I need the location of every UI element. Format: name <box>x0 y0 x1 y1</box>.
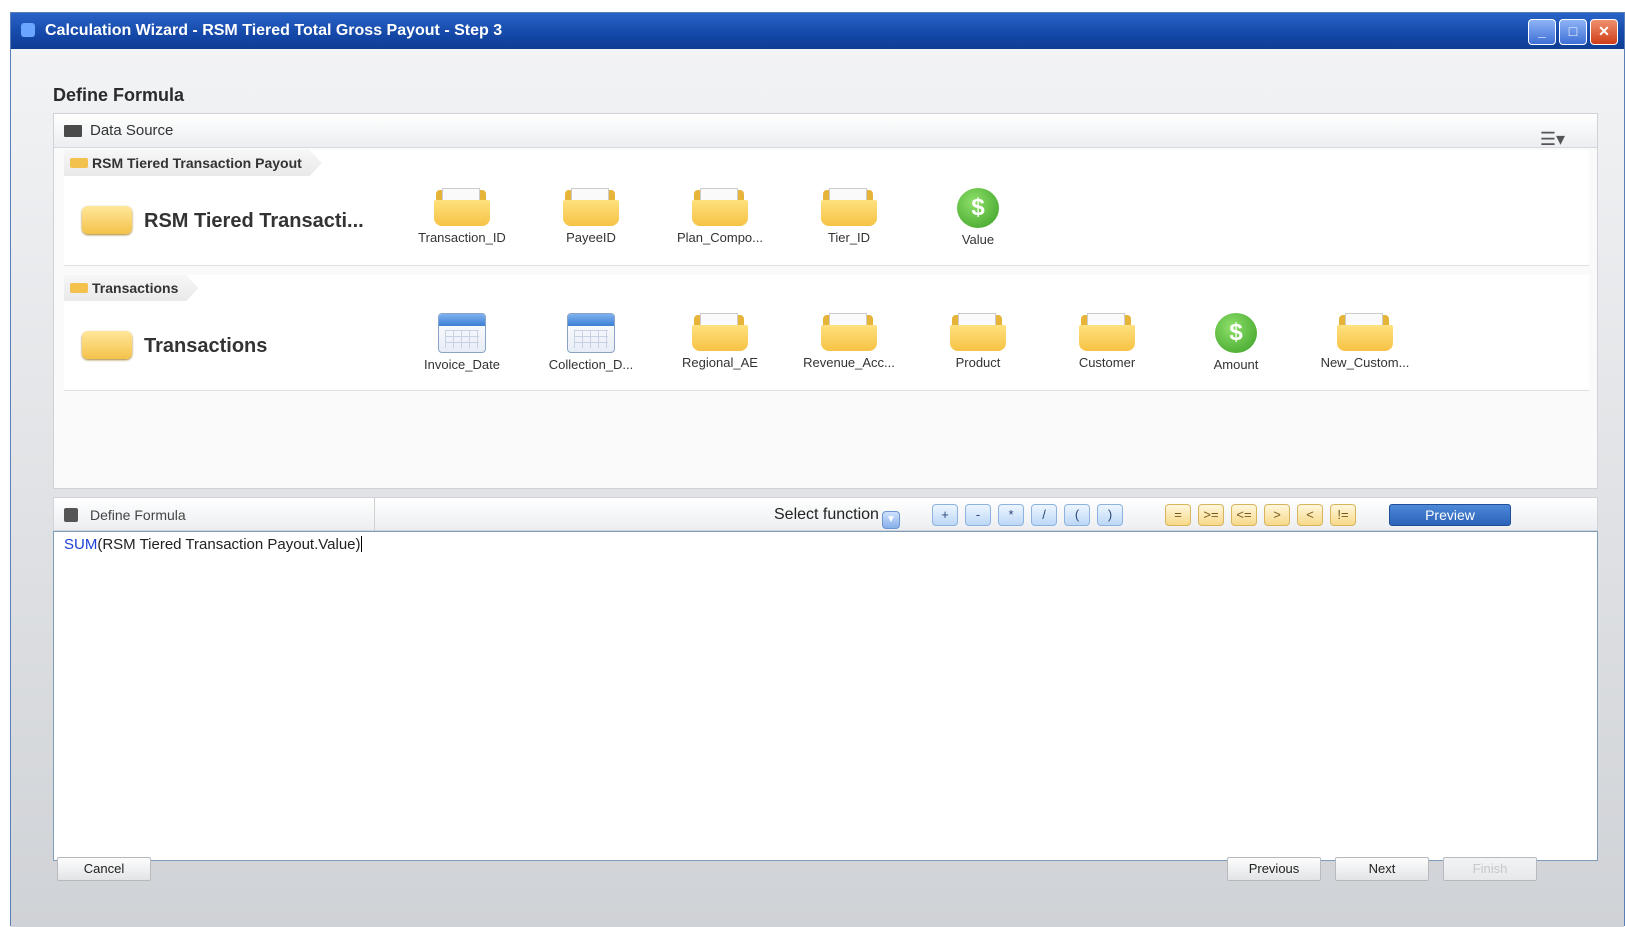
formula-editor[interactable]: SUM(RSM Tiered Transaction Payout.Value) <box>53 531 1598 861</box>
folder-icon <box>950 313 1006 351</box>
field-tier-id[interactable]: Tier_ID <box>784 188 914 245</box>
field-label: New_Custom... <box>1320 355 1410 370</box>
group-transactions: Transactions Transactions Invoice_Date C… <box>64 275 1589 391</box>
calendar-icon <box>438 313 486 353</box>
formula-arguments: (RSM Tiered Transaction Payout.Value) <box>97 536 361 553</box>
field-plan-component[interactable]: Plan_Compo... <box>655 188 785 245</box>
folder-icon <box>64 125 82 137</box>
field-new-customer[interactable]: New_Custom... <box>1300 313 1430 370</box>
lt-button[interactable]: < <box>1297 504 1323 526</box>
divider <box>374 498 375 532</box>
field-label: Invoice_Date <box>424 357 500 372</box>
field-value[interactable]: $ Value <box>913 188 1043 247</box>
formula-toolbar: Define Formula Select function ▼ + - * / … <box>53 497 1598 532</box>
dollar-icon: $ <box>957 188 999 228</box>
field-label: Revenue_Acc... <box>803 355 895 370</box>
field-label: Plan_Compo... <box>677 230 763 245</box>
field-regional-ae[interactable]: Regional_AE <box>655 313 785 370</box>
minimize-button[interactable]: _ <box>1528 19 1556 45</box>
data-source-title: Data Source <box>90 122 174 139</box>
close-button[interactable]: ✕ <box>1590 19 1618 45</box>
comparison-operators: = >= <= > < != <box>1165 504 1356 526</box>
wizard-content: Define Formula Data Source ☰▾ RSM Tiered… <box>11 49 1624 927</box>
group-rsm-tiered-transaction-payout: RSM Tiered Transaction Payout RSM Tiered… <box>64 150 1589 266</box>
select-function-label: Select function <box>774 506 879 523</box>
select-function-dropdown[interactable]: Select function ▼ <box>774 505 900 529</box>
field-payeeid[interactable]: PayeeID <box>526 188 656 245</box>
cancel-button[interactable]: Cancel <box>57 857 151 881</box>
plus-button[interactable]: + <box>932 504 958 526</box>
preview-button[interactable]: Preview <box>1389 504 1511 526</box>
window-controls: _ □ ✕ <box>1528 19 1618 45</box>
data-source-header: Data Source ☰▾ <box>54 114 1597 149</box>
folder-icon <box>563 188 619 226</box>
app-icon <box>21 23 35 37</box>
field-revenue-account[interactable]: Revenue_Acc... <box>784 313 914 370</box>
field-label: Transaction_ID <box>418 230 506 245</box>
close-paren-button[interactable]: ) <box>1097 504 1123 526</box>
group-tab[interactable]: RSM Tiered Transaction Payout <box>64 150 322 176</box>
field-label: PayeeID <box>566 230 616 245</box>
arithmetic-operators: + - * / ( ) <box>932 504 1123 526</box>
field-amount[interactable]: $ Amount <box>1171 313 1301 372</box>
field-product[interactable]: Product <box>913 313 1043 370</box>
field-label: Amount <box>1213 357 1259 372</box>
folder-icon <box>692 188 748 226</box>
field-customer[interactable]: Customer <box>1042 313 1172 370</box>
gt-button[interactable]: > <box>1264 504 1290 526</box>
field-label: Regional_AE <box>682 355 758 370</box>
field-label: Product <box>955 355 1001 370</box>
formula-title: Define Formula <box>90 507 186 523</box>
lte-button[interactable]: <= <box>1231 504 1257 526</box>
table-icon <box>70 283 88 293</box>
folder-icon <box>434 188 490 226</box>
group-name: RSM Tiered Transacti... <box>144 210 364 232</box>
folder-icon <box>1079 313 1135 351</box>
field-invoice-date[interactable]: Invoice_Date <box>397 313 527 372</box>
field-label: Value <box>961 232 995 247</box>
multiply-button[interactable]: * <box>998 504 1024 526</box>
chevron-down-icon[interactable]: ▼ <box>881 511 900 529</box>
title-bar[interactable]: Calculation Wizard - RSM Tiered Total Gr… <box>11 13 1624 49</box>
maximize-button[interactable]: □ <box>1559 19 1587 45</box>
next-button[interactable]: Next <box>1335 857 1429 881</box>
field-transaction-id[interactable]: Transaction_ID <box>397 188 527 245</box>
gte-button[interactable]: >= <box>1198 504 1224 526</box>
previous-button[interactable]: Previous <box>1227 857 1321 881</box>
equals-button[interactable]: = <box>1165 504 1191 526</box>
field-label: Tier_ID <box>827 230 871 245</box>
folder-icon <box>821 188 877 226</box>
table-icon <box>82 331 132 359</box>
group-name: Transactions <box>144 335 268 357</box>
group-tab-label: Transactions <box>92 280 179 296</box>
calculation-wizard-window: Calculation Wizard - RSM Tiered Total Gr… <box>10 12 1625 927</box>
not-equal-button[interactable]: != <box>1330 504 1356 526</box>
calendar-icon <box>567 313 615 353</box>
text-caret <box>360 536 362 552</box>
window-title: Calculation Wizard - RSM Tiered Total Gr… <box>45 22 503 39</box>
table-icon <box>70 158 88 168</box>
field-label: Customer <box>1078 355 1136 370</box>
field-label: Collection_D... <box>548 357 634 372</box>
folder-icon <box>692 313 748 351</box>
finish-button[interactable]: Finish <box>1443 857 1537 881</box>
open-paren-button[interactable]: ( <box>1064 504 1090 526</box>
divide-button[interactable]: / <box>1031 504 1057 526</box>
group-tab-label: RSM Tiered Transaction Payout <box>92 155 302 171</box>
calculator-icon <box>64 508 78 522</box>
field-collection-date[interactable]: Collection_D... <box>526 313 656 372</box>
data-source-panel: Data Source ☰▾ RSM Tiered Transaction Pa… <box>53 113 1598 489</box>
folder-icon <box>1337 313 1393 351</box>
folder-icon <box>821 313 877 351</box>
table-icon <box>82 206 132 234</box>
minus-button[interactable]: - <box>965 504 991 526</box>
formula-function: SUM <box>64 536 98 553</box>
dollar-icon: $ <box>1215 313 1257 353</box>
group-tab[interactable]: Transactions <box>64 275 198 301</box>
page-heading: Define Formula <box>53 85 185 105</box>
